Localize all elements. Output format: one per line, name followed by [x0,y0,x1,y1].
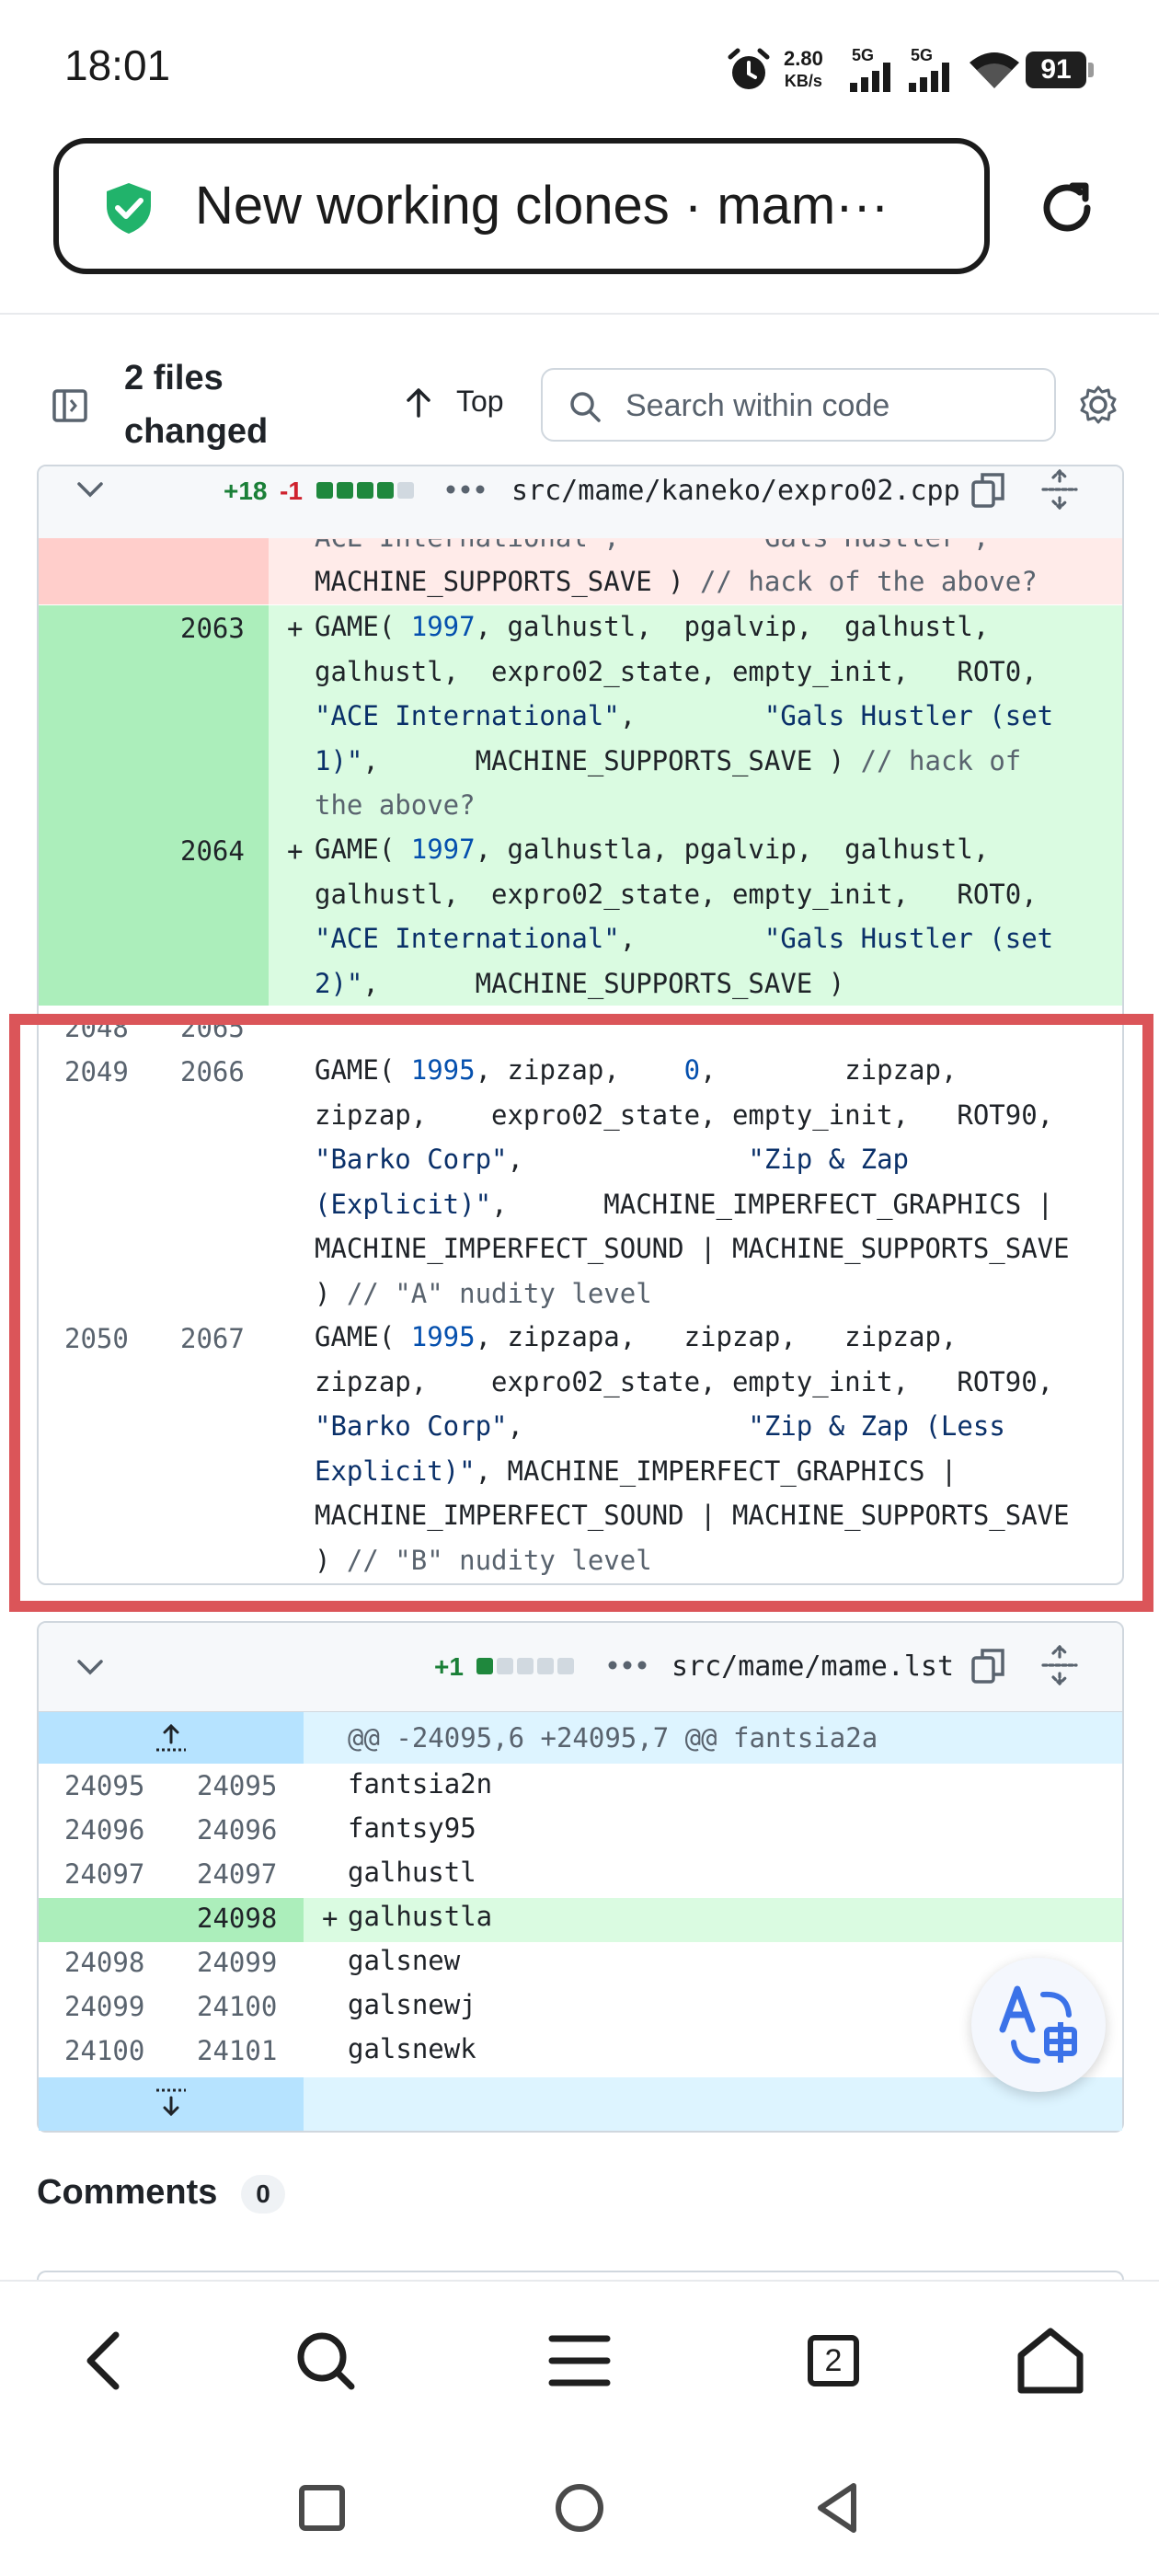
home-nav-icon[interactable] [552,2480,607,2536]
arrow-up-icon[interactable] [405,386,432,418]
diff-sign: + [287,613,304,644]
old-line-number: 24095 [64,1770,145,1801]
sidebar-toggle-icon[interactable] [52,387,88,424]
search-icon[interactable] [293,2328,359,2394]
gear-icon[interactable] [1078,385,1119,425]
context-code-line: fantsia2n [348,1768,493,1800]
comments-heading: Comments [37,2173,218,2212]
expand-up-icon[interactable] [155,1722,188,1754]
diffstat-block [557,1658,574,1674]
chevron-down-icon[interactable] [75,1656,105,1678]
expand-down-bg [304,2077,1122,2131]
highlight-box [9,1014,1153,1612]
diffstat-block [377,482,394,499]
context-code-line: galsnewk [348,2033,476,2064]
hunk-header: @@ -24095,6 +24095,7 @@ fantsia2a [348,1722,878,1754]
wifi-icon [970,52,1019,88]
network-speed: 2.80 KB/s [784,48,823,92]
added-code-line: GAME( 1997, galhustla, pgalvip, galhustl… [315,834,1054,999]
search-placeholder: Search within code [625,388,890,423]
expand-icon[interactable] [1039,469,1080,510]
top-link[interactable]: Top [456,385,504,419]
signal-icon [850,63,890,92]
file-path[interactable]: src/mame/mame.lst [671,1650,954,1683]
context-code-line: galhustl [348,1857,476,1888]
deleted-code-line: MACHINE_SUPPORTS_SAVE ) // hack of the a… [315,566,1038,597]
copy-icon[interactable] [970,1647,1006,1685]
old-line-number: 24098 [64,1947,145,1978]
translate-button[interactable] [971,1958,1106,2092]
context-code-line: galsnew [348,1945,461,1976]
file-path[interactable]: src/mame/kaneko/expro02.cpp [511,475,960,507]
diff-sign: + [287,835,304,867]
comments-count-badge: 0 [241,2175,285,2214]
diffstat-block [357,482,373,499]
new-line-number: 24095 [197,1770,278,1801]
added-code-line: GAME( 1997, galhustl, pgalvip, galhustl,… [315,611,1054,821]
expand-icon[interactable] [1039,1645,1080,1685]
status-bar: 18:01 2.80 KB/s 5G 5G 91 [0,0,1159,129]
translate-icon [999,1985,1077,2064]
diffstat-block [497,1658,513,1674]
added-code-line: galhustla [348,1901,493,1932]
address-bar[interactable]: New working clones · mam··· [53,138,990,274]
diffstat-block [517,1658,534,1674]
chevron-down-icon[interactable] [75,478,105,500]
copy-icon[interactable] [970,471,1006,510]
diffstat-block [316,482,333,499]
deletions-count: -1 [280,477,303,505]
code-search-input[interactable]: Search within code [541,368,1056,442]
alarm-icon [728,48,770,89]
context-code-line: fantsy95 [348,1812,476,1844]
back-icon[interactable] [77,2328,136,2394]
added-gutter [39,605,269,1006]
battery-indicator: 91 [1026,52,1086,88]
files-changed-count: 2 files changed [124,359,269,451]
old-line-number: 24097 [64,1858,145,1890]
more-options-icon[interactable] [445,484,486,495]
new-line-number: 24101 [197,2035,278,2066]
menu-icon[interactable] [546,2329,613,2392]
new-line-number: 24100 [197,1991,278,2022]
recent-apps-icon[interactable] [296,2482,348,2534]
page-title: New working clones · mam··· [195,176,889,236]
new-line-number: 24098 [197,1903,278,1934]
divider [0,313,1159,315]
additions-count: +18 [224,477,268,505]
diffstat-block [537,1658,554,1674]
secure-shield-icon [107,183,151,234]
additions-count: +1 [434,1652,464,1681]
network-speed-value: 2.80 [784,47,823,70]
status-time: 18:01 [64,41,171,89]
new-line-number: 24099 [197,1947,278,1978]
tabs-button[interactable]: 2 [808,2335,859,2386]
deleted-gutter [39,538,269,604]
new-line-number: 2064 [180,835,245,867]
old-line-number: 24099 [64,1991,145,2022]
more-options-icon[interactable] [607,1660,648,1671]
diffstat-block [397,482,414,499]
back-nav-icon[interactable] [809,2480,865,2536]
old-line-number: 24100 [64,2035,145,2066]
new-line-number: 24096 [197,1814,278,1846]
diffstat-block [337,482,353,499]
old-line-number: 24096 [64,1814,145,1846]
diff-sign: + [322,1903,339,1934]
new-line-number: 2063 [180,613,245,644]
network-speed-unit: KB/s [784,72,822,90]
expand-down-icon[interactable] [155,2087,188,2118]
reload-icon[interactable] [1034,175,1100,241]
signal-icon [909,63,949,92]
search-icon [570,392,601,422]
battery-tip [1088,63,1094,77]
home-icon[interactable] [1016,2326,1085,2396]
diffstat-block [476,1658,493,1674]
diff-file-header [39,1623,1122,1713]
context-code-line: galsnewj [348,1989,476,2020]
new-line-number: 24097 [197,1858,278,1890]
